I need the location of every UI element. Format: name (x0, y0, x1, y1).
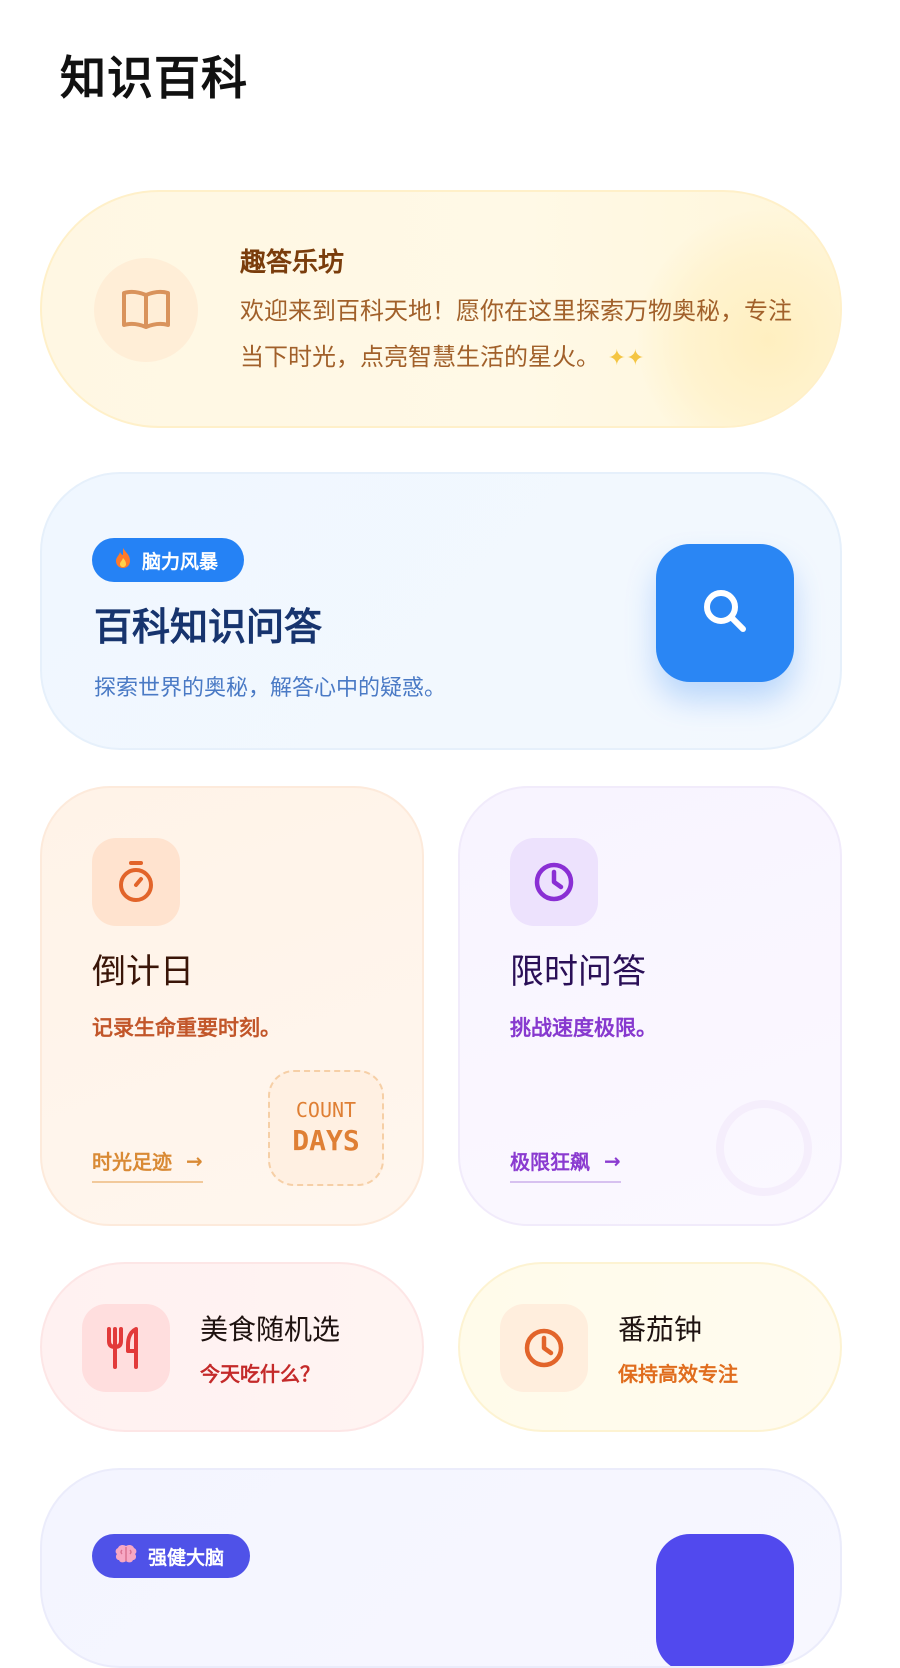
quiz-subtitle: 探索世界的奥秘，解答心中的疑惑。 (94, 676, 447, 701)
arrow-right-icon: → (604, 1148, 621, 1173)
quiz-badge-label: 脑力风暴 (142, 550, 219, 573)
countdown-desc: 记录生命重要时刻。 (92, 1016, 281, 1040)
count-days-stamp: COUNT DAYS (268, 1070, 384, 1186)
arrow-right-icon: → (186, 1148, 203, 1173)
timed-quiz-card[interactable]: 限时问答 挑战速度极限。 极限狂飙 → (458, 786, 842, 1226)
quiz-title: 百科知识问答 (94, 605, 323, 649)
welcome-message: 欢迎来到百科天地！愿你在这里探索万物奥秘，专注当下时光，点亮智慧生活的星火。 (240, 297, 792, 371)
brain-action-button[interactable] (656, 1534, 794, 1666)
food-picker-card[interactable]: 美食随机选 今天吃什么？ (40, 1262, 424, 1432)
clock-icon (510, 838, 598, 926)
pomodoro-subtitle: 保持高效专注 (618, 1362, 738, 1386)
timed-quiz-link-label: 极限狂飙 (510, 1150, 590, 1174)
brain-training-card[interactable]: 强健大脑 (40, 1468, 842, 1668)
brain-icon (114, 1544, 138, 1569)
food-title: 美食随机选 (200, 1313, 341, 1346)
welcome-card: 趣答乐坊 欢迎来到百科天地！愿你在这里探索万物奥秘，专注当下时光，点亮智慧生活的… (40, 190, 842, 428)
sparkle-icon: ✦✦ (607, 346, 645, 371)
countdown-link[interactable]: 时光足迹 → (92, 1146, 203, 1183)
brain-badge-label: 强健大脑 (148, 1546, 225, 1569)
clock-icon (500, 1304, 588, 1392)
countdown-title: 倒计日 (92, 952, 194, 992)
timed-quiz-link[interactable]: 极限狂飙 → (510, 1146, 621, 1183)
utensils-icon (82, 1304, 170, 1392)
countdown-link-label: 时光足迹 (92, 1150, 172, 1174)
welcome-title: 趣答乐坊 (240, 248, 345, 278)
stamp-top-text: COUNT (295, 1098, 357, 1122)
welcome-text: 欢迎来到百科天地！愿你在这里探索万物奥秘，专注当下时光，点亮智慧生活的星火。 ✦… (240, 288, 800, 382)
pomodoro-title: 番茄钟 (618, 1313, 703, 1346)
brain-badge: 强健大脑 (92, 1534, 251, 1578)
ring-decoration (716, 1100, 812, 1196)
timed-quiz-desc: 挑战速度极限。 (510, 1016, 657, 1040)
page-title: 知识百科 (60, 51, 248, 105)
quiz-badge: 脑力风暴 (92, 538, 245, 582)
stamp-bottom-text: DAYS (292, 1124, 360, 1157)
book-icon (94, 258, 198, 362)
pomodoro-card[interactable]: 番茄钟 保持高效专注 (458, 1262, 842, 1432)
quiz-card[interactable]: 脑力风暴 百科知识问答 探索世界的奥秘，解答心中的疑惑。 (40, 472, 842, 750)
food-subtitle: 今天吃什么？ (200, 1362, 320, 1386)
search-button[interactable] (656, 544, 794, 682)
stopwatch-icon (92, 838, 180, 926)
search-icon (699, 585, 751, 641)
fire-icon (114, 547, 132, 574)
timed-quiz-title: 限时问答 (510, 952, 646, 992)
countdown-card[interactable]: 倒计日 记录生命重要时刻。 时光足迹 → COUNT DAYS (40, 786, 424, 1226)
